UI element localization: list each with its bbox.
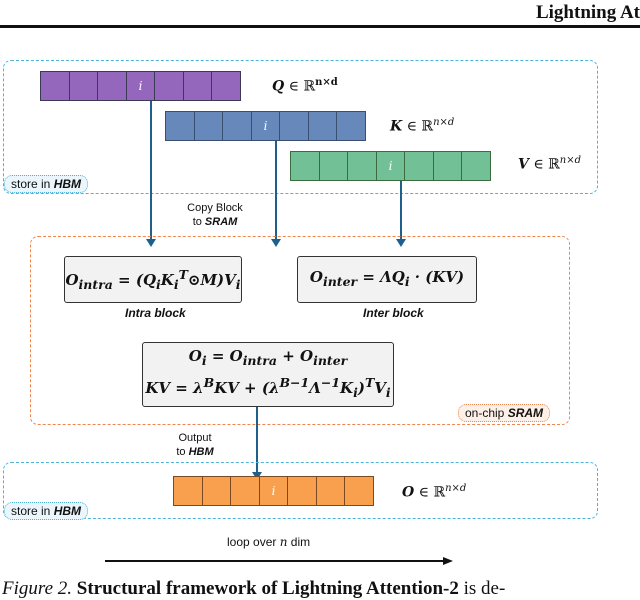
copy-caption-prefix: to xyxy=(192,216,205,228)
q-symbol: Q xyxy=(272,78,285,95)
k-block-cell xyxy=(165,111,195,141)
k-block-cell xyxy=(307,111,338,141)
v-dims: n×d xyxy=(559,155,582,166)
output-caption-prefix: to xyxy=(176,446,189,458)
q-block-cell xyxy=(154,71,184,101)
q-block-cell xyxy=(182,71,213,101)
k-dims: n×d xyxy=(433,117,455,128)
o-block-cell xyxy=(230,476,260,506)
running-header-title: Lightning At xyxy=(535,2,640,23)
k-block-cell xyxy=(222,111,252,141)
copy-caption-bold: SRAM xyxy=(204,216,238,228)
v-block-cell: i xyxy=(375,151,406,181)
update-formula-box: Oi = Ointra + Ointer KV = λBKV + (λB−1Λ−… xyxy=(142,342,394,407)
v-block-cell xyxy=(347,151,377,181)
figure-caption-rest: is de- xyxy=(458,578,506,599)
q-block-cell: i xyxy=(125,71,156,101)
inter-formula-box: Ointer = ΛQi · (KV) xyxy=(297,256,477,303)
v-block-cell xyxy=(461,151,491,181)
q-block-cell xyxy=(211,71,241,101)
combine-formula: Oi = Ointra + Ointer xyxy=(188,347,348,368)
v-symbol: V xyxy=(518,156,529,173)
copy-caption-line1: Copy Block xyxy=(187,202,243,214)
q-matrix-strip: i xyxy=(40,71,241,101)
intra-block-label: Intra block xyxy=(125,306,186,320)
o-block-cell xyxy=(315,476,346,506)
o-block-cell xyxy=(344,476,374,506)
output-caption-bold: HBM xyxy=(188,446,214,458)
copy-caption-line2: to SRAM xyxy=(180,215,250,229)
intra-formula-box: Ointra = (QiKiT⊙M)Vi xyxy=(64,256,242,303)
on-chip-sram-tag: on-chip SRAM xyxy=(458,404,551,422)
figure-caption-prefix: Figure 2. xyxy=(2,578,73,599)
k-block-arrow-line xyxy=(275,141,277,239)
o-block-cell xyxy=(287,476,317,506)
o-set: ∈ ℝ xyxy=(414,484,446,501)
output-caption-line2: to HBM xyxy=(160,445,230,459)
o-block-cell xyxy=(201,476,232,506)
loop-arrowhead xyxy=(443,557,453,565)
loop-prefix: loop over xyxy=(227,535,280,549)
k-block-cell xyxy=(193,111,224,141)
figure-caption-bold: Structural framework of Lightning Attent… xyxy=(72,578,459,599)
o-matrix-label: O ∈ ℝn×d xyxy=(402,483,466,501)
k-block-cell xyxy=(336,111,366,141)
v-block-cell xyxy=(318,151,349,181)
o-block-cell xyxy=(173,476,203,506)
tag-bold: SRAM xyxy=(507,406,544,420)
v-matrix-strip: i xyxy=(290,151,491,181)
k-block-cell: i xyxy=(250,111,281,141)
q-block-cell xyxy=(97,71,127,101)
store-in-hbm-tag-bottom: store in HBM xyxy=(4,502,89,520)
copy-block-caption: Copy Block to SRAM xyxy=(180,201,250,229)
k-set: ∈ ℝ xyxy=(402,118,434,135)
output-caption-line1: Output xyxy=(178,432,212,444)
tag-text: store in xyxy=(11,177,54,191)
o-matrix-strip: i xyxy=(173,476,374,506)
loop-over-n-label: loop over n dim xyxy=(227,535,310,549)
k-matrix-label: K ∈ ℝn×d xyxy=(390,117,454,135)
output-caption: Output to HBM xyxy=(160,431,230,459)
v-block-arrow-line xyxy=(400,181,402,239)
q-matrix-label: Q ∈ ℝn×d xyxy=(272,77,338,95)
tag-text: on-chip xyxy=(465,406,508,420)
header-rule xyxy=(0,25,640,28)
v-block-cell xyxy=(432,151,463,181)
intra-formula: Ointra = (QiKiT⊙M)Vi xyxy=(65,266,241,292)
k-matrix-strip: i xyxy=(165,111,366,141)
o-symbol: O xyxy=(402,484,415,501)
q-set: ∈ ℝ xyxy=(284,78,316,95)
loop-arrow-line xyxy=(105,560,445,562)
inter-block-label: Inter block xyxy=(363,306,424,320)
v-block-cell xyxy=(290,151,320,181)
v-set: ∈ ℝ xyxy=(528,156,560,173)
q-block-cell xyxy=(40,71,70,101)
q-block-arrow-line xyxy=(150,101,152,239)
tag-bold: HBM xyxy=(53,177,82,191)
v-matrix-label: V ∈ ℝn×d xyxy=(518,155,581,173)
store-in-hbm-tag-top: store in HBM xyxy=(4,175,89,193)
tag-text: store in xyxy=(11,504,54,518)
o-block-cell: i xyxy=(258,476,289,506)
o-dims: n×d xyxy=(445,483,467,494)
loop-suffix: dim xyxy=(287,535,311,549)
tag-bold: HBM xyxy=(53,504,82,518)
q-block-cell xyxy=(68,71,99,101)
q-dims: n×d xyxy=(315,77,338,88)
k-symbol: K xyxy=(390,118,403,135)
v-block-cell xyxy=(404,151,434,181)
k-block-cell xyxy=(279,111,309,141)
inter-formula: Ointer = ΛQi · (KV) xyxy=(309,268,465,289)
kv-update-formula: KV = λBKV + (λB−1Λ−1Ki)TVi xyxy=(145,375,391,400)
